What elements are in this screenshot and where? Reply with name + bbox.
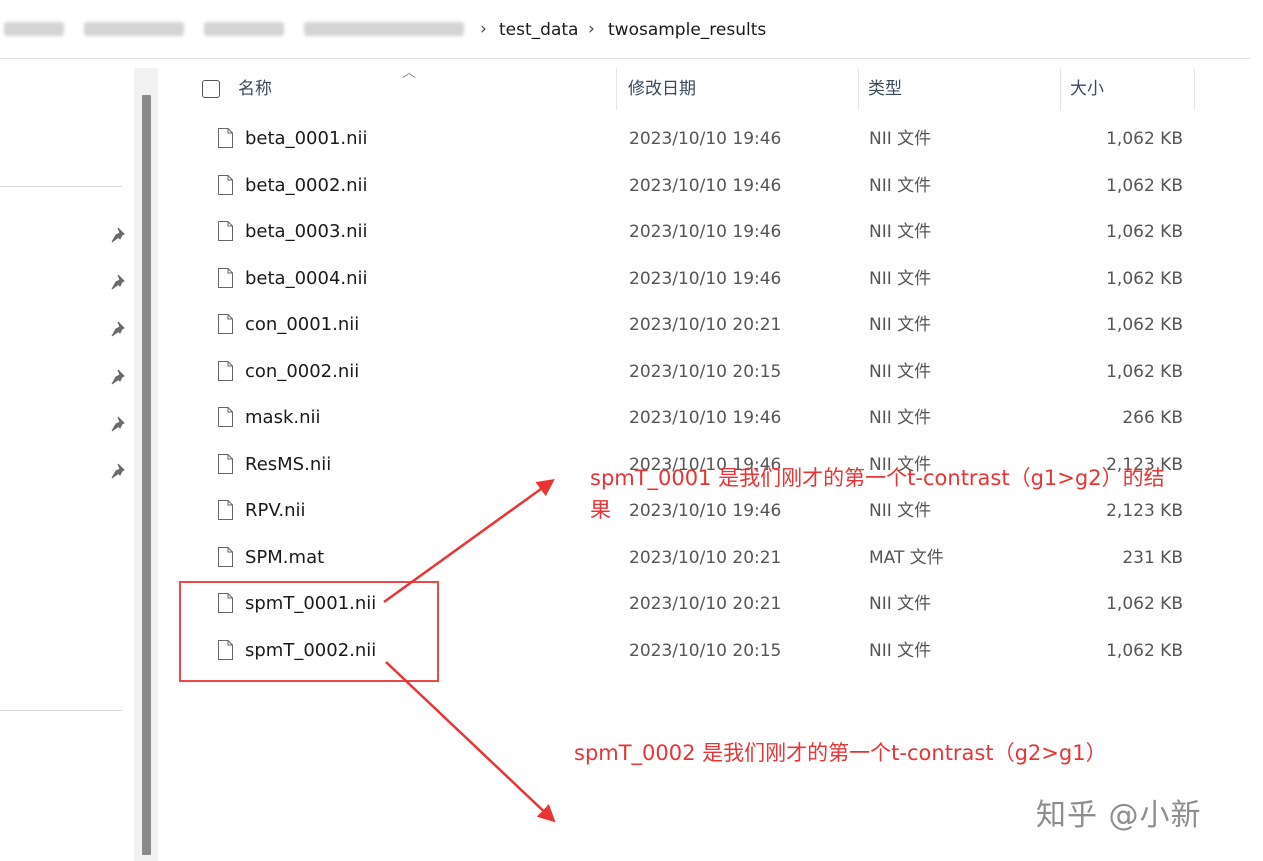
annotation-note-1-line-1: spmT_0001 是我们刚才的第一个t-contrast（g1>g2）的结 [590,466,1165,490]
watermark: 知乎 @小新 [1036,798,1202,833]
annotation-note-1-line-2: 果 [590,498,611,522]
arrow-to-note2 [385,661,556,823]
annotation-arrows [383,478,556,823]
arrow-to-note1 [383,478,555,604]
annotation-note-2: spmT_0002 是我们刚才的第一个t-contrast（g2>g1） [574,741,1107,765]
